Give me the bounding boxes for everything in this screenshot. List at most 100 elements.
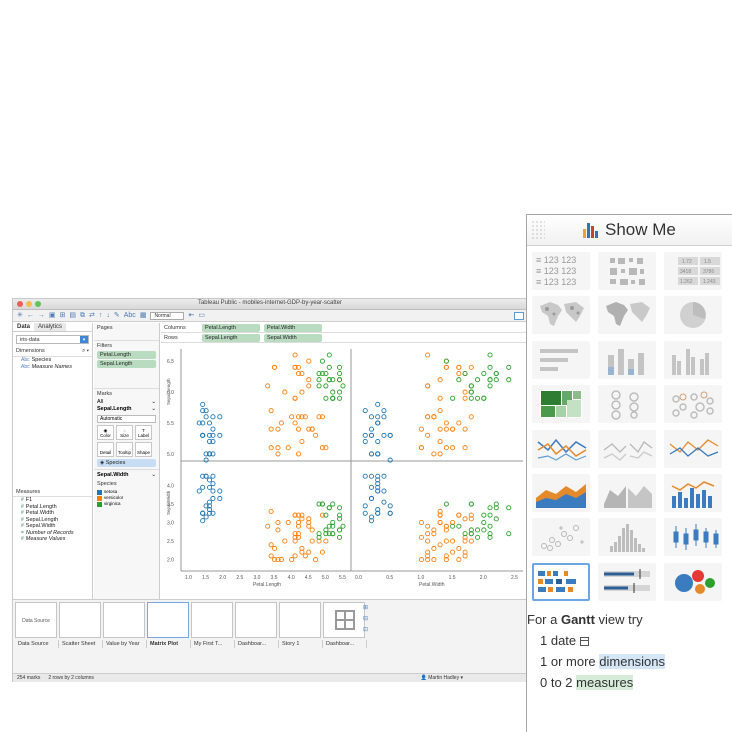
forward-icon[interactable]: →	[38, 311, 45, 321]
label-button[interactable]: T Label	[135, 425, 152, 440]
new-sheet-icon[interactable]: ▤	[69, 311, 76, 321]
dual-lines-option[interactable]	[664, 430, 722, 468]
column-pill[interactable]: Petal.Length	[202, 323, 260, 332]
thumb-dashboard[interactable]	[235, 602, 277, 638]
search-icon[interactable]: ⌕ ▾	[82, 348, 89, 355]
save-icon[interactable]: ▣	[49, 311, 56, 321]
heat-map-option[interactable]	[598, 252, 656, 290]
drag-grip-icon[interactable]	[531, 220, 545, 240]
chart-icon[interactable]: ▦	[140, 311, 147, 321]
symbol-map-option[interactable]	[532, 296, 590, 334]
tooltip-button[interactable]: Tooltip	[116, 442, 133, 457]
thumb-dashboard-2[interactable]	[323, 602, 365, 638]
color-button[interactable]: ◉ Color	[97, 425, 114, 440]
new-dashboard-icon[interactable]: ⊟	[363, 615, 368, 622]
data-point	[481, 370, 487, 377]
highlight-table-option[interactable]: 1.72 1.5 3418 3786 1.262 1.243	[664, 252, 722, 290]
sort-desc-icon[interactable]: ↓	[106, 311, 110, 321]
show-me-header[interactable]: Show Me	[527, 215, 732, 246]
tooltip-icon[interactable]: ▭	[198, 311, 205, 321]
marks-field-row[interactable]: Sepal.Length ⌄	[97, 406, 156, 413]
thumb-data-source[interactable]: Data Source	[15, 602, 57, 638]
scatter-plot-option[interactable]	[532, 518, 590, 556]
data-point	[337, 395, 343, 401]
fit-icon[interactable]: ⇤	[188, 311, 194, 321]
gantt-chart-option[interactable]	[532, 563, 590, 601]
box-whisker-option[interactable]	[664, 518, 722, 556]
legend-item[interactable]: virginica	[97, 501, 156, 507]
sort-asc-icon[interactable]: ↑	[99, 311, 103, 321]
scatter-matrix-chart[interactable]: 6.05.55.06.54.03.53.02.52.0Sepal.LengthS…	[161, 345, 528, 599]
pie-chart-option[interactable]	[664, 296, 722, 334]
color-pill[interactable]: ◈ Species	[97, 459, 156, 467]
detail-button[interactable]: Detail	[97, 442, 114, 457]
data-point	[217, 432, 223, 438]
text-table-option[interactable]: ≡ 123 123 ≡ 123 123 ≡ 123 123	[532, 252, 590, 290]
swap-icon[interactable]: ⇄	[89, 311, 95, 321]
thumb-matrix-plot[interactable]	[147, 602, 189, 638]
user-menu[interactable]: 👤 Martin Hadley ▾	[421, 675, 463, 681]
label-icon[interactable]: Abc	[124, 311, 136, 321]
mark-type-select[interactable]: Automatic	[97, 415, 156, 423]
sheet-tab-active[interactable]: Matrix Plot	[147, 640, 191, 648]
dual-combination-option[interactable]	[664, 474, 722, 512]
thumb-value-by-year[interactable]	[103, 602, 145, 638]
shape-button[interactable]: Shape	[135, 442, 152, 457]
thumb-my-first-table[interactable]	[191, 602, 233, 638]
data-point	[278, 420, 284, 426]
area-chart-option[interactable]	[532, 474, 590, 512]
treemap-option[interactable]	[532, 385, 590, 423]
row-pill[interactable]: Sepal.Width	[264, 333, 322, 342]
side-by-side-bars-option[interactable]	[664, 341, 722, 379]
thumb-scatter-sheet[interactable]	[59, 602, 101, 638]
side-by-side-circles-option[interactable]	[664, 385, 722, 423]
row-pill[interactable]: Sepal.Length	[202, 333, 260, 342]
circle-views-option[interactable]	[598, 385, 656, 423]
area-discrete-option[interactable]	[598, 474, 656, 512]
tab-data[interactable]: Data	[13, 323, 35, 331]
view-select[interactable]: Normal	[150, 311, 185, 320]
highlight-icon[interactable]: ✎	[114, 311, 120, 321]
tableau-logo-icon[interactable]: ✳	[17, 311, 23, 321]
new-story-icon[interactable]: ⊡	[363, 626, 368, 633]
thumb-story[interactable]	[279, 602, 321, 638]
tab-analytics[interactable]: Analytics	[34, 323, 67, 331]
data-point	[456, 377, 462, 383]
discrete-lines-option[interactable]	[598, 430, 656, 468]
sheet-tab[interactable]: Data Source	[15, 640, 59, 648]
chevron-down-icon[interactable]: ▾	[80, 336, 88, 343]
filter-pill[interactable]: Sepal.Length	[97, 360, 156, 368]
sheet-tab[interactable]: Value by Year	[103, 640, 147, 648]
horizontal-bars-option[interactable]	[532, 341, 590, 379]
stacked-bars-option[interactable]	[598, 341, 656, 379]
size-button[interactable]: ◌ Size	[116, 425, 133, 440]
bullet-graph-option[interactable]	[598, 563, 656, 601]
filters-card[interactable]: Filters Petal.Length Sepal.Length	[94, 341, 159, 389]
histogram-option[interactable]	[598, 518, 656, 556]
marks-all-row[interactable]: All ⌄	[97, 399, 156, 406]
y-axis-label: Sepal.Width	[166, 490, 171, 515]
data-point	[381, 432, 387, 438]
packed-bubbles-option[interactable]	[664, 563, 722, 601]
back-icon[interactable]: ←	[27, 311, 34, 321]
sheet-tab[interactable]: Dashboar...	[323, 640, 367, 648]
show-me-toggle-button[interactable]	[514, 311, 524, 320]
new-worksheet-icon[interactable]: ⊞	[363, 604, 368, 611]
columns-shelf[interactable]: Columns Petal.Length Petal.Width	[161, 323, 527, 333]
duplicate-icon[interactable]: ⧉	[80, 311, 85, 321]
add-datasource-icon[interactable]: ⊞	[60, 311, 66, 321]
data-point	[450, 549, 456, 555]
continuous-lines-option[interactable]	[532, 430, 590, 468]
filter-pill[interactable]: Petal.Length	[97, 351, 156, 359]
sheet-tab[interactable]: Dashboar...	[235, 640, 279, 648]
sheet-tab[interactable]: Story 1	[279, 640, 323, 648]
rows-shelf[interactable]: Rows Sepal.Length Sepal.Width	[161, 333, 527, 343]
sheet-tab[interactable]: Scatter Sheet	[59, 640, 103, 648]
filled-map-option[interactable]	[598, 296, 656, 334]
datasource-select[interactable]: iris-data ▾	[16, 335, 89, 344]
data-point	[425, 538, 431, 544]
measure-item[interactable]: # Measure Values	[13, 536, 92, 543]
column-pill[interactable]: Petal.Width	[264, 323, 322, 332]
pages-card[interactable]: Pages	[94, 323, 159, 341]
sheet-tab[interactable]: My First T...	[191, 640, 235, 648]
